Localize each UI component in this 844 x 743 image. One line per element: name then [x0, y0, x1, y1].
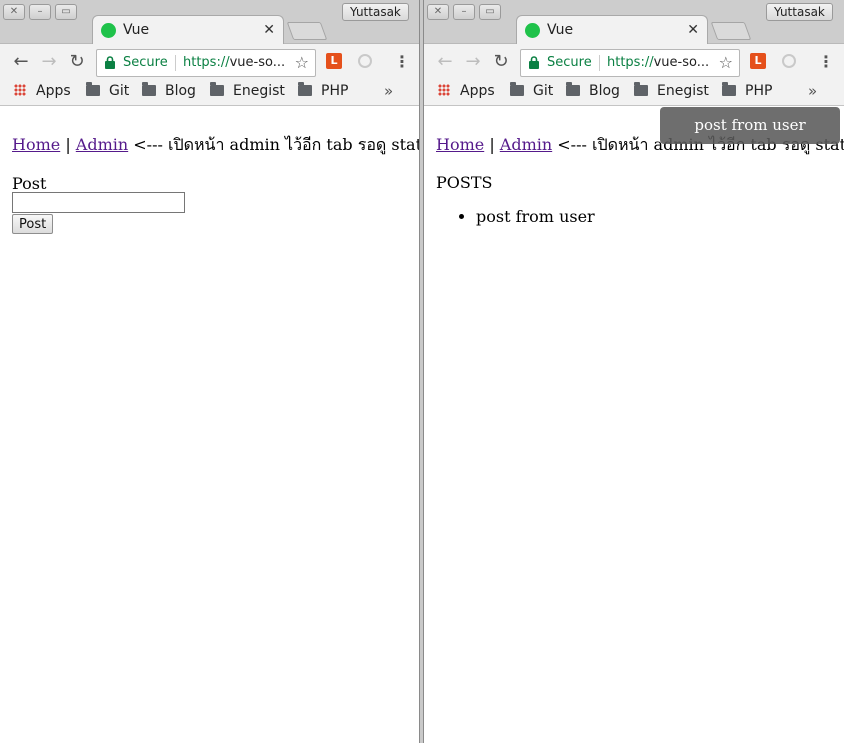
extension-sync-icon[interactable] [782, 54, 796, 68]
admin-link[interactable]: Admin [76, 135, 128, 154]
toolbar: ← → ↻ Secure https://vue-so... ☆ L ⋮ [0, 44, 419, 80]
tab-title: Vue [123, 22, 150, 38]
maximize-window-button[interactable]: ▭ [55, 4, 77, 20]
folder-icon [634, 82, 648, 96]
post-input[interactable] [12, 192, 185, 213]
folder-icon [142, 82, 156, 96]
url-scheme: https:// [607, 55, 654, 70]
secure-label: Secure [123, 55, 168, 70]
folder-icon [510, 82, 524, 96]
bookmark-blog[interactable]: Blog [566, 82, 620, 99]
url-text[interactable]: https://vue-so... [607, 55, 712, 70]
profile-badge[interactable]: Yuttasak [766, 3, 833, 21]
nav-note: <--- เปิดหน้า admin ไว้อีก tab รอดู stat… [128, 135, 420, 154]
address-bar[interactable]: Secure https://vue-so... ☆ [520, 49, 740, 77]
home-link[interactable]: Home [12, 135, 60, 154]
tab-vue[interactable]: Vue ✕ [516, 15, 708, 45]
list-item: post from user [476, 207, 595, 226]
title-bar: ✕ – ▭ Yuttasak Vue ✕ [424, 0, 844, 45]
admin-link[interactable]: Admin [500, 135, 552, 154]
lock-icon [105, 56, 115, 69]
folder-icon [86, 82, 100, 96]
bookmark-enegist[interactable]: Enegist [210, 82, 285, 99]
folder-icon [722, 82, 736, 96]
bookmark-star-icon[interactable]: ☆ [719, 53, 733, 72]
extension-l-icon[interactable]: L [326, 53, 342, 69]
back-arrow-icon[interactable]: ← [12, 53, 30, 71]
url-text[interactable]: https://vue-so... [183, 55, 288, 70]
reload-icon[interactable]: ↻ [492, 53, 510, 71]
bookmarks-bar: Apps Git Blog Enegist PHP » [424, 80, 844, 106]
bookmark-enegist[interactable]: Enegist [634, 82, 709, 99]
menu-dots-icon[interactable]: ⋮ [394, 52, 410, 71]
folder-icon [298, 82, 312, 96]
extension-sync-icon[interactable] [358, 54, 372, 68]
bookmark-git[interactable]: Git [510, 82, 553, 99]
url-host: vue-so... [229, 55, 286, 70]
extension-l-icon[interactable]: L [750, 53, 766, 69]
bookmark-star-icon[interactable]: ☆ [295, 53, 309, 72]
browser-window-left: ✕ – ▭ Yuttasak Vue ✕ ← → ↻ Secure https:… [0, 0, 420, 743]
close-tab-icon[interactable]: ✕ [263, 22, 275, 38]
url-scheme: https:// [183, 55, 230, 70]
bookmark-blog[interactable]: Blog [142, 82, 196, 99]
bookmark-apps[interactable]: Apps [438, 83, 495, 99]
apps-grid-icon [438, 84, 450, 96]
nav-separator: | [484, 135, 500, 154]
close-window-button[interactable]: ✕ [3, 4, 25, 20]
url-host: vue-so... [653, 55, 710, 70]
notification-toast: post from user [660, 107, 840, 144]
forward-arrow-icon[interactable]: → [40, 53, 58, 71]
browser-window-right: ✕ – ▭ Yuttasak Vue ✕ ← → ↻ Secure https:… [423, 0, 844, 743]
post-button[interactable]: Post [12, 214, 54, 234]
nav-line: Home | Admin <--- เปิดหน้า admin ไว้อีก … [12, 133, 420, 158]
favicon-icon [525, 23, 540, 38]
tab-vue[interactable]: Vue ✕ [92, 15, 284, 45]
omnibox-separator [599, 55, 600, 71]
menu-dots-icon[interactable]: ⋮ [818, 52, 834, 71]
bookmark-php[interactable]: PHP [722, 82, 772, 99]
title-bar: ✕ – ▭ Yuttasak Vue ✕ [0, 0, 419, 45]
address-bar[interactable]: Secure https://vue-so... ☆ [96, 49, 316, 77]
secure-label: Secure [547, 55, 592, 70]
minimize-window-button[interactable]: – [453, 4, 475, 20]
profile-badge[interactable]: Yuttasak [342, 3, 409, 21]
home-link[interactable]: Home [436, 135, 484, 154]
apps-grid-icon [14, 84, 26, 96]
bookmark-apps[interactable]: Apps [14, 83, 71, 99]
bookmark-php[interactable]: PHP [298, 82, 348, 99]
folder-icon [566, 82, 580, 96]
post-label: Post [12, 174, 47, 193]
posts-heading: POSTS [436, 173, 493, 192]
page-content: Home | Admin <--- เปิดหน้า admin ไว้อีก … [0, 107, 419, 743]
tab-title: Vue [547, 22, 574, 38]
posts-list: post from user [476, 207, 595, 226]
minimize-window-button[interactable]: – [29, 4, 51, 20]
page-content: Home | Admin <--- เปิดหน้า admin ไว้อีก … [424, 107, 844, 743]
new-tab-button[interactable] [286, 22, 328, 40]
favicon-icon [101, 23, 116, 38]
close-tab-icon[interactable]: ✕ [687, 22, 699, 38]
omnibox-separator [175, 55, 176, 71]
forward-arrow-icon[interactable]: → [464, 53, 482, 71]
bookmark-git[interactable]: Git [86, 82, 129, 99]
bookmarks-overflow-chevron[interactable]: » [808, 82, 817, 100]
new-tab-button[interactable] [710, 22, 752, 40]
toolbar: ← → ↻ Secure https://vue-so... ☆ L ⋮ [424, 44, 844, 80]
maximize-window-button[interactable]: ▭ [479, 4, 501, 20]
lock-icon [529, 56, 539, 69]
bookmarks-bar: Apps Git Blog Enegist PHP » [0, 80, 419, 106]
bookmarks-overflow-chevron[interactable]: » [384, 82, 393, 100]
close-window-button[interactable]: ✕ [427, 4, 449, 20]
nav-separator: | [60, 135, 76, 154]
folder-icon [210, 82, 224, 96]
back-arrow-icon[interactable]: ← [436, 53, 454, 71]
reload-icon[interactable]: ↻ [68, 53, 86, 71]
